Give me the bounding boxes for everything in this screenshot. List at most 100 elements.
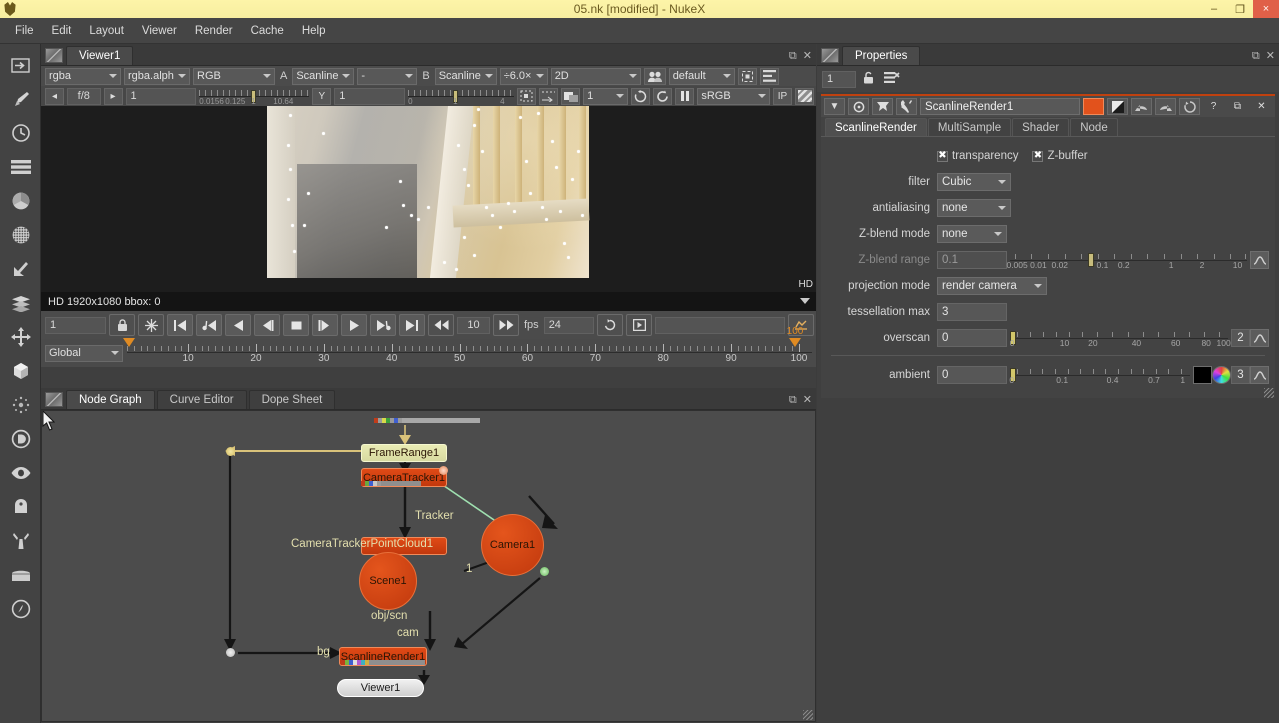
proxy-icon[interactable] bbox=[643, 67, 666, 85]
tessellation-max-input[interactable]: 3 bbox=[937, 303, 1007, 321]
tab-dope-sheet[interactable]: Dope Sheet bbox=[248, 390, 336, 409]
layer-dropdown[interactable]: rgba bbox=[45, 67, 121, 85]
filter-icon[interactable] bbox=[0, 218, 41, 252]
region-of-interest-icon[interactable] bbox=[737, 67, 757, 85]
image-read-icon[interactable] bbox=[0, 48, 41, 82]
particles-icon[interactable] bbox=[0, 388, 41, 422]
tab-curve-editor[interactable]: Curve Editor bbox=[156, 390, 247, 409]
colorspace-dropdown[interactable]: sRGB bbox=[697, 87, 770, 105]
close-icon[interactable]: ✕ bbox=[803, 51, 812, 62]
revert-icon[interactable] bbox=[1179, 98, 1200, 115]
color-wheel-icon[interactable] bbox=[1212, 366, 1231, 384]
chevron-down-icon[interactable] bbox=[800, 298, 810, 304]
gain-slider[interactable]: 0.0156 0.125 1 10.64 bbox=[199, 88, 310, 106]
gamma-slider[interactable]: 0 1 4 bbox=[408, 88, 515, 106]
next-keyframe-icon[interactable] bbox=[370, 314, 397, 336]
frame-range-source-dropdown[interactable]: Global bbox=[45, 344, 123, 362]
menu-cache[interactable]: Cache bbox=[242, 22, 293, 40]
gamma-toggle-button[interactable]: Y bbox=[312, 87, 332, 105]
skip-back-icon[interactable] bbox=[428, 314, 455, 336]
pane-grip-icon[interactable] bbox=[821, 48, 839, 63]
channel-dropdown[interactable]: rgba.alpha bbox=[124, 67, 190, 85]
undo-icon[interactable] bbox=[1131, 98, 1152, 115]
gain-decrement-button[interactable]: ◂ bbox=[45, 87, 64, 105]
tab-properties[interactable]: Properties bbox=[842, 46, 921, 65]
a-input-dropdown[interactable]: ScanlineR bbox=[292, 67, 355, 85]
grade-icon[interactable] bbox=[1107, 98, 1128, 115]
metadata-tag-icon[interactable] bbox=[0, 490, 41, 524]
close-icon[interactable]: ✕ bbox=[1251, 98, 1272, 115]
toolsets-icon[interactable] bbox=[0, 558, 41, 592]
ambient-channel-count[interactable]: 3 bbox=[1231, 366, 1250, 384]
gain-increment-button[interactable]: ▸ bbox=[103, 87, 123, 105]
pane-grip-icon[interactable] bbox=[45, 48, 63, 63]
zblend-range-slider[interactable]: 0.005 0.01 0.02 0.1 0.2 1 2 10 bbox=[1006, 251, 1247, 270]
menu-help[interactable]: Help bbox=[293, 22, 335, 40]
menu-viewer[interactable]: Viewer bbox=[133, 22, 186, 40]
dot-node-grey[interactable] bbox=[226, 648, 235, 657]
animation-curve-icon[interactable] bbox=[1250, 329, 1269, 347]
lock-icon[interactable] bbox=[109, 314, 136, 336]
float-panel-icon[interactable]: ⧉ bbox=[789, 51, 797, 62]
max-panels-input[interactable]: 1 bbox=[822, 70, 856, 88]
filter-dropdown[interactable]: Cubic bbox=[937, 173, 1011, 191]
unlock-icon[interactable] bbox=[863, 71, 877, 87]
keyer-icon[interactable] bbox=[0, 252, 41, 286]
skip-forward-icon[interactable] bbox=[493, 314, 519, 336]
3d-box-icon[interactable] bbox=[0, 354, 41, 388]
plugins-icon[interactable] bbox=[0, 592, 41, 626]
timeline-ruler[interactable]: 100 10 20 30 40 50 60 70 80 90 100 bbox=[123, 326, 812, 366]
node-graph-canvas[interactable]: FrameRange1 CameraTracker1 CameraTracker… bbox=[41, 410, 816, 722]
roi-icon[interactable] bbox=[517, 87, 537, 105]
step-forward-icon[interactable] bbox=[312, 314, 339, 336]
redo-icon[interactable] bbox=[1155, 98, 1176, 115]
current-frame-input[interactable]: 1 bbox=[45, 316, 107, 334]
clone-icon[interactable] bbox=[561, 87, 581, 105]
mask-icon[interactable] bbox=[872, 98, 893, 115]
gain-input[interactable]: 1 bbox=[125, 87, 197, 105]
channel-icon[interactable] bbox=[0, 150, 41, 184]
snowflake-icon[interactable] bbox=[138, 314, 165, 336]
ambient-slider[interactable]: 0 0.1 0.4 0.7 1 bbox=[1009, 366, 1190, 385]
play-backward-icon[interactable] bbox=[225, 314, 252, 336]
zoom-dropdown[interactable]: ÷6.0× bbox=[499, 67, 548, 85]
float-icon[interactable]: ⧉ bbox=[1227, 98, 1248, 115]
node-name-input[interactable]: ScanlineRender1 bbox=[920, 98, 1080, 115]
zblend-mode-dropdown[interactable]: none bbox=[937, 225, 1007, 243]
overscan-slider[interactable]: 0 10 20 40 60 80 100 bbox=[1010, 329, 1231, 348]
gain-stop-label[interactable]: f/8 bbox=[67, 87, 101, 105]
viewer-canvas[interactable]: HD bbox=[41, 106, 816, 292]
tab-viewer1[interactable]: Viewer1 bbox=[66, 46, 134, 65]
overscan-channel-count[interactable]: 2 bbox=[1231, 329, 1250, 347]
loop-icon[interactable] bbox=[597, 314, 624, 336]
ambient-color-swatch[interactable] bbox=[1193, 366, 1212, 384]
checkerboard-icon[interactable] bbox=[795, 87, 814, 105]
play-mode-icon[interactable] bbox=[626, 314, 653, 336]
sync-icon[interactable] bbox=[653, 87, 673, 105]
node-viewer1[interactable]: Viewer1 bbox=[337, 679, 424, 697]
pause-icon[interactable] bbox=[675, 87, 695, 105]
color-swatch-icon[interactable] bbox=[1083, 98, 1104, 115]
animation-curve-icon[interactable] bbox=[1250, 366, 1269, 384]
antialiasing-dropdown[interactable]: none bbox=[937, 199, 1011, 217]
gamma-input[interactable]: 1 bbox=[334, 87, 406, 105]
ambient-input[interactable]: 0 bbox=[937, 366, 1007, 384]
minimize-button[interactable]: – bbox=[1201, 0, 1227, 18]
menu-edit[interactable]: Edit bbox=[43, 22, 81, 40]
last-frame-icon[interactable] bbox=[399, 314, 426, 336]
viewer-process-dropdown[interactable]: default bbox=[668, 67, 735, 85]
tab-node[interactable]: Node bbox=[1070, 118, 1118, 136]
draw-icon[interactable] bbox=[0, 82, 41, 116]
viewer-mode-dropdown[interactable]: 2D bbox=[550, 67, 641, 85]
previous-keyframe-icon[interactable] bbox=[196, 314, 223, 336]
step-back-icon[interactable] bbox=[254, 314, 281, 336]
projection-mode-dropdown[interactable]: render camera bbox=[937, 277, 1047, 295]
color-icon[interactable] bbox=[0, 184, 41, 218]
zblend-range-input[interactable]: 0.1 bbox=[937, 251, 1007, 269]
float-panel-icon[interactable]: ⧉ bbox=[789, 395, 797, 406]
marquee-icon[interactable] bbox=[539, 87, 559, 105]
disable-icon[interactable] bbox=[848, 98, 869, 115]
frame-increment-input[interactable]: 10 bbox=[457, 316, 490, 334]
maximize-button[interactable]: ❐ bbox=[1227, 0, 1253, 18]
refresh-icon[interactable] bbox=[631, 87, 651, 105]
